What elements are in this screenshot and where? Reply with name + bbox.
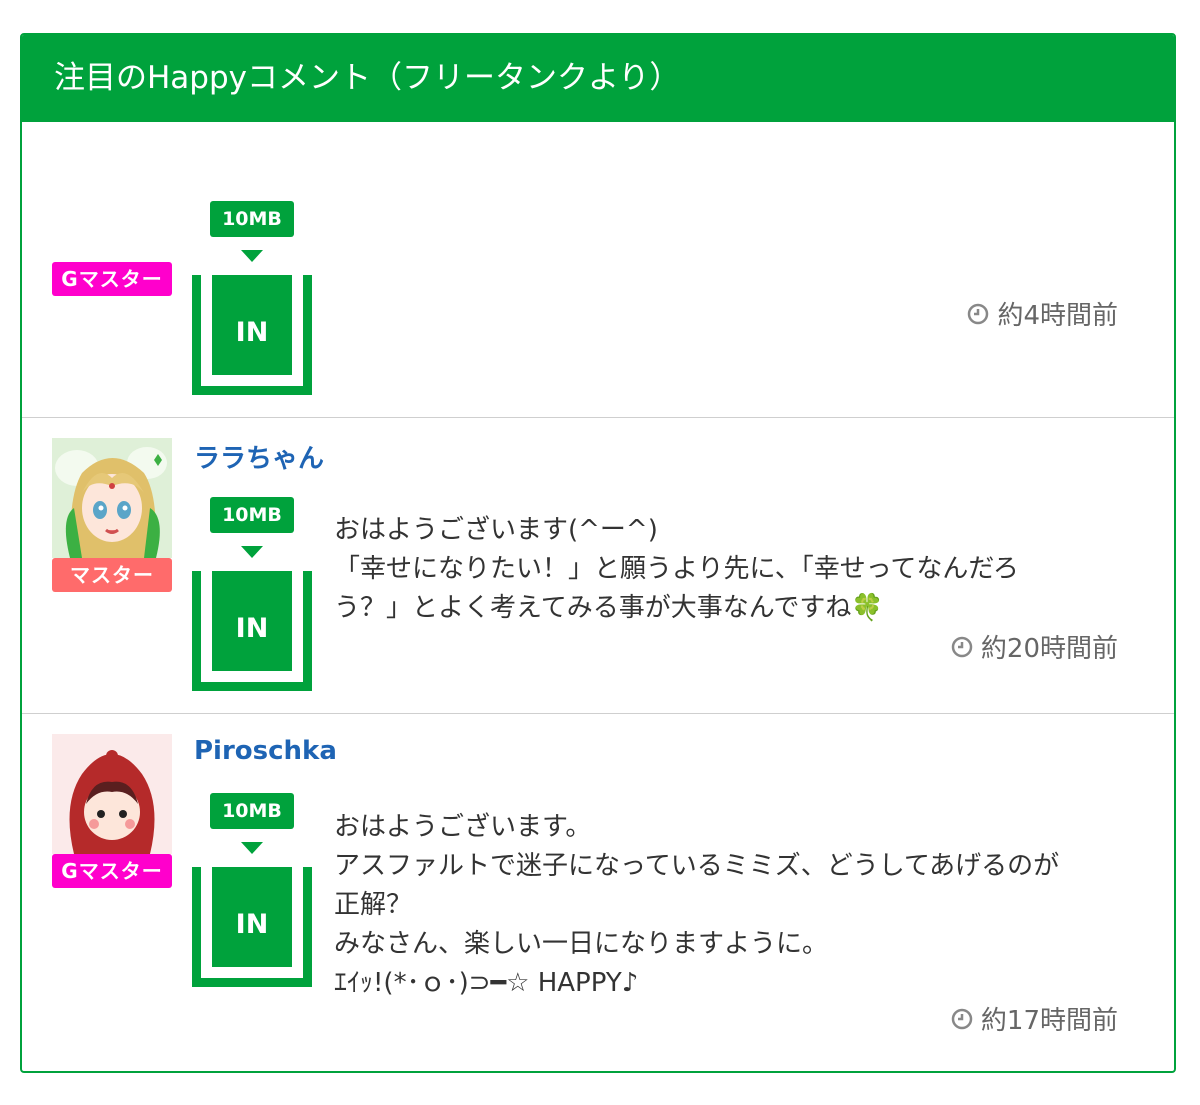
avatar[interactable] xyxy=(52,438,172,558)
red-hood-avatar-icon xyxy=(52,734,172,854)
down-arrow-icon xyxy=(241,842,263,854)
master-badge: マスター xyxy=(52,558,172,592)
happy-comments-panel: 注目のHappyコメント（フリータンクより） Gマスター 10MB IN 約4時… xyxy=(20,33,1176,1073)
comment-line: おはようございます(^ー^) xyxy=(334,515,658,545)
clock-icon xyxy=(951,636,973,657)
timestamp: 約20時間前 xyxy=(951,628,1118,665)
avatar[interactable] xyxy=(52,734,172,854)
comment-line: ｴｲｯ!(*･ｏ･)⊃━☆ HAPPY♪ xyxy=(334,968,639,998)
comment-entry: Gマスター Piroschka 10MB IN おはようございます。 アスファル… xyxy=(22,714,1174,1071)
clock-icon xyxy=(968,303,989,324)
in-widget[interactable]: 10MB IN xyxy=(192,201,314,397)
timestamp: 約17時間前 xyxy=(951,1000,1118,1037)
size-label: 10MB xyxy=(210,201,294,237)
time-text: 約4時間前 xyxy=(997,301,1118,331)
time-text: 約20時間前 xyxy=(980,634,1118,664)
comment-line: アスファルトで迷子になっているミミズ、どうしてあげるのが xyxy=(334,851,1060,881)
username-link[interactable]: Piroschka xyxy=(194,736,337,766)
timestamp: 約4時間前 xyxy=(967,295,1118,332)
in-widget[interactable]: 10MB IN xyxy=(192,497,314,693)
comment-line: おはようございます。 xyxy=(334,812,592,842)
clock-icon xyxy=(951,1008,973,1029)
comment-entry: マスター ララちゃん 10MB IN おはようございます(^ー^) 「幸せになり… xyxy=(22,418,1174,714)
in-label: IN xyxy=(212,275,292,375)
down-arrow-icon xyxy=(241,250,263,262)
panel-title: 注目のHappyコメント（フリータンクより） xyxy=(22,35,1174,122)
username-link[interactable]: ララちゃん xyxy=(194,438,324,475)
in-label: IN xyxy=(212,867,292,967)
size-label: 10MB xyxy=(210,793,294,829)
in-label: IN xyxy=(212,571,292,671)
comment-line: う？」とよく考えてみる事が大事なんですね🍀 xyxy=(334,593,884,623)
comment-text: おはようございます(^ー^) 「幸せになりたい！」と願うより先に、「幸せってなん… xyxy=(334,511,1134,628)
comment-text: おはようございます。 アスファルトで迷子になっているミミズ、どうしてあげるのが … xyxy=(334,808,1134,1003)
size-label: 10MB xyxy=(210,497,294,533)
anime-girl-avatar-icon xyxy=(52,438,172,558)
in-widget[interactable]: 10MB IN xyxy=(192,793,314,989)
down-arrow-icon xyxy=(241,546,263,558)
comment-line: みなさん、楽しい一日になりますように。 xyxy=(334,929,829,959)
comment-line: 正解？ xyxy=(334,890,413,920)
g-master-badge: Gマスター xyxy=(52,854,172,888)
comment-entry: Gマスター 10MB IN 約4時間前 xyxy=(22,122,1174,418)
comment-line: 「幸せになりたい！」と願うより先に、「幸せってなんだろ xyxy=(334,554,1019,584)
g-master-badge: Gマスター xyxy=(52,262,172,296)
time-text: 約17時間前 xyxy=(980,1006,1118,1036)
